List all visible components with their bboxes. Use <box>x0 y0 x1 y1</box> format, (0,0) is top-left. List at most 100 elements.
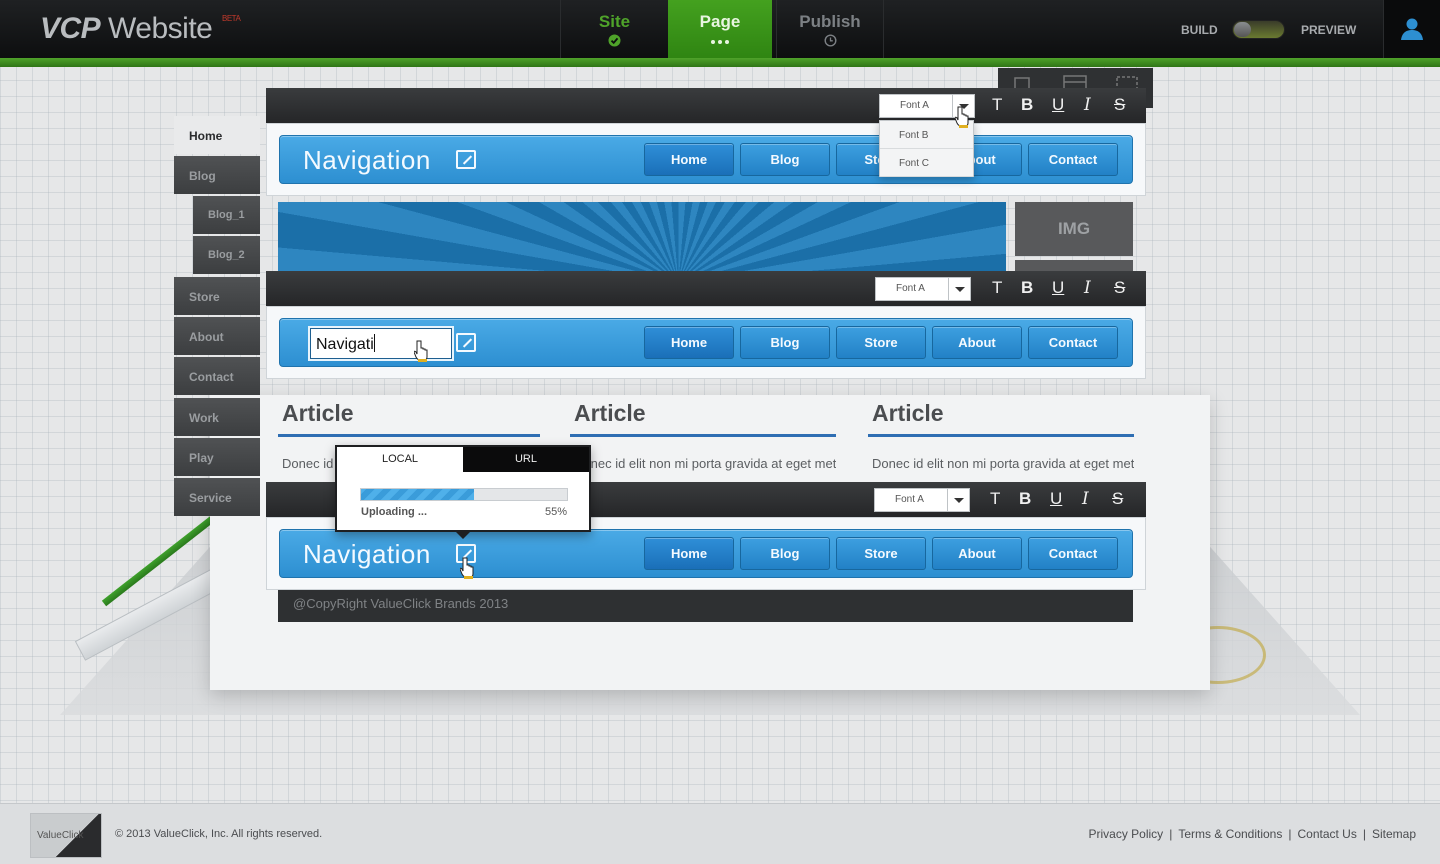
article-block-2[interactable]: Article Donec id elit non mi porta gravi… <box>570 400 836 482</box>
nav-button-home[interactable]: Home <box>644 143 734 176</box>
strikethrough-button[interactable]: S <box>1112 489 1123 509</box>
sidebar-item-play[interactable]: Play <box>174 438 260 476</box>
article-text: Donec id elit non mi porta gravida at eg… <box>872 456 1134 471</box>
tab-page-label: Page <box>699 12 741 31</box>
nav-button-contact[interactable]: Contact <box>1028 537 1118 570</box>
italic-button[interactable]: I <box>1084 278 1091 298</box>
nav-button-about[interactable]: About <box>932 537 1022 570</box>
toggle-knob <box>1234 22 1251 37</box>
strikethrough-button[interactable]: S <box>1114 278 1125 298</box>
top-bar: VCP Website BETA Site Page Publish BUILD… <box>0 0 1440 58</box>
edit-icon[interactable] <box>456 150 476 169</box>
chevron-down-icon[interactable] <box>947 489 969 511</box>
footer-link-contact[interactable]: Contact Us <box>1297 827 1356 841</box>
article-title: Article <box>282 400 354 426</box>
underline-button[interactable]: U <box>1050 489 1062 509</box>
navigation-bar[interactable]: Navigation Home Blog Store About Contact <box>279 135 1133 184</box>
nav-button-blog[interactable]: Blog <box>740 326 830 359</box>
tab-publish[interactable]: Publish <box>776 0 884 58</box>
text-style-button[interactable]: T <box>992 278 1002 298</box>
text-style-button[interactable]: T <box>992 95 1002 115</box>
nav-button-about[interactable]: About <box>932 326 1022 359</box>
chevron-down-icon[interactable] <box>948 278 970 300</box>
sidebar-item-store[interactable]: Store <box>174 277 260 315</box>
site-footer: ValueClick © 2013 ValueClick, Inc. All r… <box>0 803 1440 864</box>
italic-button[interactable]: I <box>1082 489 1089 509</box>
tab-local[interactable]: LOCAL <box>337 447 463 472</box>
nav-button-contact[interactable]: Contact <box>1028 326 1118 359</box>
sidebar-item-home[interactable]: Home <box>174 116 260 154</box>
article-title: Article <box>574 400 646 426</box>
italic-button[interactable]: I <box>1084 95 1091 115</box>
app-logo[interactable]: VCP Website BETA <box>40 12 241 46</box>
article-block-3[interactable]: Article Donec id elit non mi porta gravi… <box>868 400 1134 482</box>
dots-icon <box>668 34 772 48</box>
beta-badge: BETA <box>222 14 241 23</box>
footer-link-sitemap[interactable]: Sitemap <box>1372 827 1416 841</box>
footer-link-privacy[interactable]: Privacy Policy <box>1089 827 1164 841</box>
tab-site[interactable]: Site <box>560 0 668 58</box>
edit-icon[interactable] <box>456 333 476 352</box>
image-placeholder[interactable]: IMG <box>1015 202 1133 256</box>
separator: | <box>1288 827 1292 841</box>
sidebar-item-service[interactable]: Service <box>174 478 260 516</box>
tab-url[interactable]: URL <box>463 447 589 472</box>
upload-popover: LOCAL URL Uploading ... 55% <box>335 445 591 539</box>
tab-page[interactable]: Page <box>668 0 772 58</box>
upload-tabs: LOCAL URL <box>337 447 589 472</box>
font-select[interactable]: Font A <box>875 277 971 301</box>
upload-progress-fill <box>361 489 475 500</box>
article-rule <box>278 434 540 437</box>
page-footer-strip[interactable]: @CopyRight ValueClick Brands 2013 <box>278 589 1133 622</box>
user-account-button[interactable] <box>1383 0 1440 58</box>
valueclick-logo[interactable]: ValueClick <box>30 813 102 858</box>
nav-button-store[interactable]: Store <box>836 537 926 570</box>
article-title: Article <box>872 400 944 426</box>
nav-button-home[interactable]: Home <box>644 326 734 359</box>
nav-title[interactable]: Navigation <box>303 145 431 176</box>
sidebar-item-about[interactable]: About <box>174 317 260 355</box>
nav-title[interactable]: Navigation <box>303 539 431 570</box>
bold-button[interactable]: B <box>1019 489 1031 509</box>
bold-button[interactable]: B <box>1021 95 1033 115</box>
hero-banner-image[interactable] <box>278 202 1006 272</box>
underline-button[interactable]: U <box>1052 278 1064 298</box>
mode-build-label: BUILD <box>1181 23 1218 37</box>
sidebar-item-blog-2[interactable]: Blog_2 <box>193 236 260 274</box>
hand-cursor-icon <box>955 106 969 128</box>
nav-button-blog[interactable]: Blog <box>740 537 830 570</box>
text-style-button[interactable]: T <box>990 489 1000 509</box>
check-circle-icon <box>561 34 668 50</box>
footer-links: Privacy Policy | Terms & Conditions | Contac… <box>1089 827 1417 841</box>
nav-button-store[interactable]: Store <box>836 326 926 359</box>
upload-percent: 55% <box>544 506 567 518</box>
sidebar-item-blog[interactable]: Blog <box>174 156 260 194</box>
font-select[interactable]: Font A <box>874 488 970 512</box>
nav-button-blog[interactable]: Blog <box>740 143 830 176</box>
underline-button[interactable]: U <box>1052 95 1064 115</box>
hand-cursor-icon <box>460 557 474 579</box>
nav-preview-area: Navigation Home Blog Store About Contact <box>266 123 1146 196</box>
article-text: Donec id elit non mi porta gravida at eg… <box>574 456 836 471</box>
sidebar-item-contact[interactable]: Contact <box>174 357 260 395</box>
build-preview-toggle[interactable] <box>1232 20 1285 39</box>
strikethrough-button[interactable]: S <box>1114 95 1125 115</box>
sidebar-item-work[interactable]: Work <box>174 398 260 436</box>
nav-button-contact[interactable]: Contact <box>1028 143 1118 176</box>
separator: | <box>1362 827 1366 841</box>
navigation-bar[interactable]: Navigation Home Blog Store About Contact <box>279 529 1133 578</box>
footer-copyright: © 2013 ValueClick, Inc. All rights reser… <box>115 828 323 840</box>
format-toolbar: Font A T B U I S <box>266 88 1146 123</box>
header-accent-line <box>0 58 1440 67</box>
sidebar-item-blog-1[interactable]: Blog_1 <box>193 196 260 234</box>
nav-button-home[interactable]: Home <box>644 537 734 570</box>
nav-title-input[interactable]: Navigati <box>310 328 452 359</box>
text-caret <box>373 334 375 352</box>
bold-button[interactable]: B <box>1021 278 1033 298</box>
navigation-bar[interactable]: Navigati Home Blog Store About Contact <box>279 318 1133 367</box>
article-rule <box>868 434 1134 437</box>
clock-icon <box>777 34 883 50</box>
footer-link-terms[interactable]: Terms & Conditions <box>1178 827 1282 841</box>
font-option-c[interactable]: Font C <box>880 149 973 177</box>
hand-cursor-icon <box>414 340 428 362</box>
